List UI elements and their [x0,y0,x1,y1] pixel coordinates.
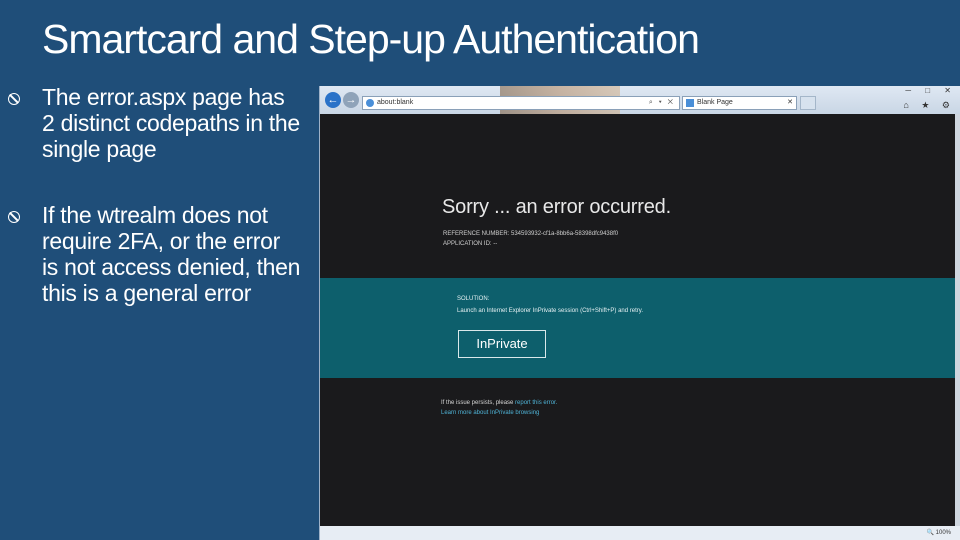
solution-band: SOLUTION: Launch an Internet Explorer In… [320,278,960,378]
home-favorites-settings-icons[interactable]: ⌂ ★ ⚙ [903,100,955,111]
bullet-text: If the wtrealm does not require 2FA, or … [42,202,301,306]
browser-toolbar: ← → about:blank ⌕ ▾ ✕ Blank Page ✕ ─ □ ✕… [320,86,960,114]
forward-button[interactable]: → [343,92,359,108]
tab-close-icon[interactable]: ✕ [787,97,793,109]
report-error-link[interactable]: report this error. [515,400,557,406]
browser-screenshot: ← → about:blank ⌕ ▾ ✕ Blank Page ✕ ─ □ ✕… [319,86,960,540]
zoom-level[interactable]: 🔍 100% [927,526,951,540]
back-button[interactable]: ← [325,92,341,108]
bullet-text: The error.aspx page has 2 distinct codep… [42,84,300,162]
slide-title: Smartcard and Step-up Authentication [42,16,700,62]
page-icon [686,99,694,107]
new-tab-button[interactable] [800,96,816,110]
reference-number: REFERENCE NUMBER: 534593932-cf1a-8bb6a-5… [443,231,619,237]
application-id: APPLICATION ID: -- [443,241,498,247]
footer-prefix: If the issue persists, please [441,400,514,406]
solution-label: SOLUTION: [457,296,490,302]
error-title: Sorry ... an error occurred. [442,196,671,218]
window-controls[interactable]: ─ □ ✕ [905,86,957,95]
solution-text: Launch an Internet Explorer InPrivate se… [457,308,643,314]
tab-label: Blank Page [697,99,733,106]
footer-message: If the issue persists, please report thi… [441,400,557,406]
error-page: Sorry ... an error occurred. REFERENCE N… [320,114,960,540]
bullet-circle-icon [8,211,20,223]
scrollbar[interactable] [955,114,960,526]
tab-blank-page[interactable]: Blank Page ✕ [682,96,797,110]
bullet-circle-icon [8,93,20,105]
address-bar[interactable]: about:blank ⌕ ▾ ✕ [362,96,680,110]
inprivate-button[interactable]: InPrivate [458,330,546,358]
status-bar: 🔍 100% [320,526,960,540]
address-tools-icons[interactable]: ⌕ ▾ ✕ [649,97,675,109]
ie-icon [366,99,374,107]
learn-more-link[interactable]: Learn more about InPrivate browsing [441,410,539,416]
address-text: about:blank [377,99,414,106]
